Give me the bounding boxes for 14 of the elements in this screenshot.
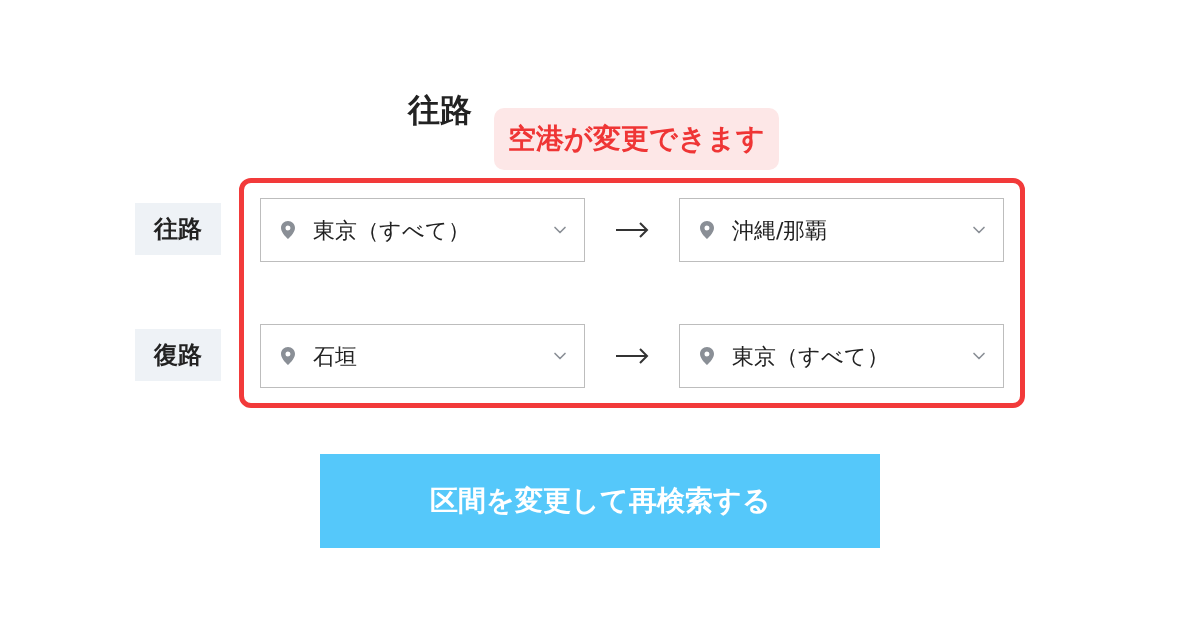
airport-select[interactable]: 石垣 (260, 324, 585, 388)
airport-select[interactable]: 東京（すべて） (260, 198, 585, 262)
location-pin-icon (700, 347, 714, 365)
leg-label: 復路 (135, 329, 221, 381)
location-pin-icon (281, 347, 295, 365)
airport-select[interactable]: 東京（すべて） (679, 324, 1004, 388)
airport-select[interactable]: 沖縄/那覇 (679, 198, 1004, 262)
section-title: 往路 (408, 90, 472, 131)
location-pin-icon (700, 221, 714, 239)
arrow-right-icon (615, 348, 649, 364)
arrow-right-icon (615, 222, 649, 238)
leg-label: 往路 (135, 203, 221, 255)
location-pin-icon (281, 221, 295, 239)
callout-badge: 空港が変更できます (494, 108, 779, 170)
